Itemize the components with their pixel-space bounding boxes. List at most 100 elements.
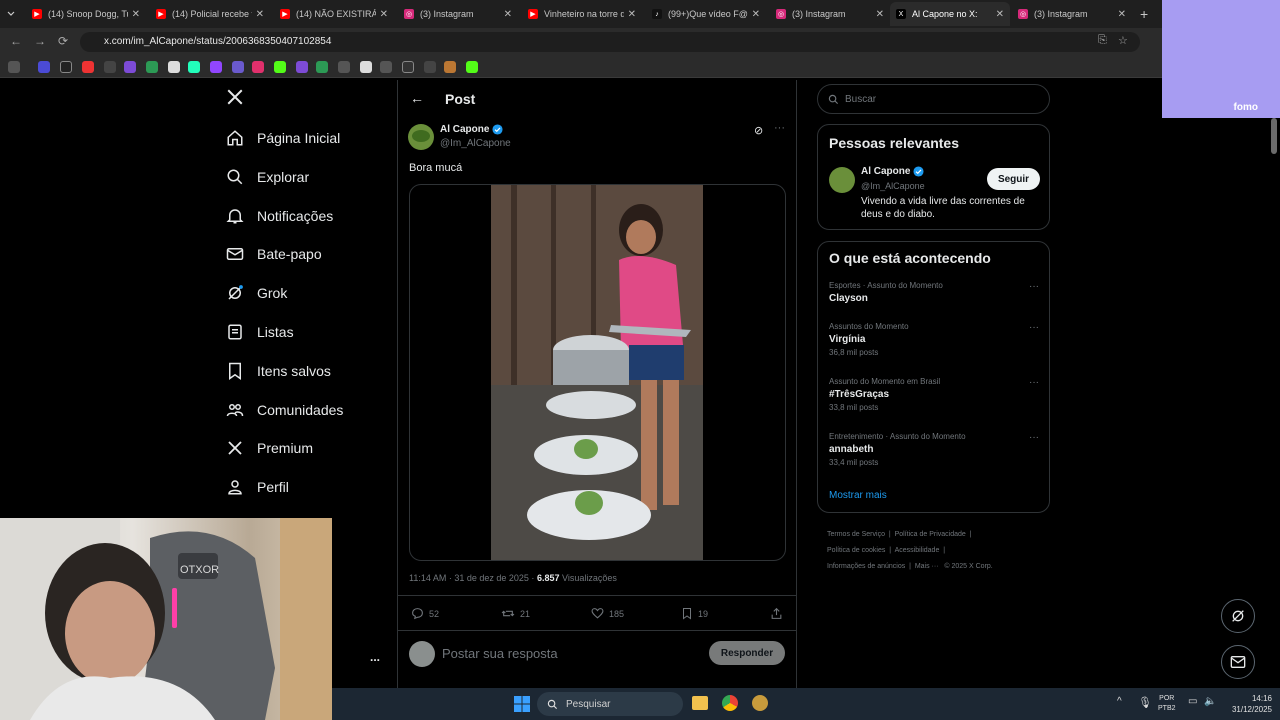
person-name[interactable]: Al Capone [861,166,910,177]
close-icon[interactable]: ✕ [256,9,264,20]
nav-item-x[interactable]: Premium [226,433,313,463]
more-options-icon[interactable]: ··· [774,122,785,134]
bookmark-icon[interactable] [232,61,244,73]
footer-link[interactable]: Informações de anúncios [827,563,905,570]
forward-icon[interactable]: → [34,34,46,48]
more-options-icon[interactable]: ··· [1029,377,1039,388]
back-arrow-icon[interactable]: ← [410,90,424,106]
nav-item-list[interactable]: Listas [226,317,294,347]
post-video[interactable] [409,184,786,561]
browser-tab[interactable]: ♪ (99+)Que vídeo F@D ✕ [646,2,766,26]
network-icon[interactable]: ▭ [1188,696,1197,707]
lang-code[interactable]: POR [1158,694,1176,704]
scrollbar-thumb[interactable] [1271,118,1277,154]
browser-tab[interactable]: X Al Capone no X: ✕ [890,2,1010,26]
repost-button[interactable]: 21 [501,607,530,620]
bookmark-icon[interactable] [124,61,136,73]
clock-time[interactable]: 14:16 [1212,693,1272,704]
nav-item-people[interactable]: Comunidades [226,395,343,425]
bookmark-icon[interactable] [316,61,328,73]
more-options-icon[interactable]: ··· [1029,432,1039,443]
footer-link[interactable]: Termos de Serviço [827,531,885,538]
url-input[interactable]: x.com/im_AlCapone/status/200636835040710… [80,32,1140,52]
avatar[interactable] [829,167,855,193]
bookmark-icon[interactable] [424,61,436,73]
avatar[interactable] [408,124,434,150]
more-options-icon[interactable]: ··· [1029,322,1039,333]
like-button[interactable]: 185 [591,607,624,620]
browser-tab[interactable]: ▶ (14) Snoop Dogg, Tu ✕ [26,2,146,26]
taskbar-search[interactable]: Pesquisar [537,692,683,716]
grok-float-button[interactable] [1221,599,1255,633]
bookmark-icon[interactable] [38,61,50,73]
close-icon[interactable]: ✕ [996,9,1004,20]
nav-item-bookmark[interactable]: Itens salvos [226,356,331,386]
apps-icon[interactable] [8,61,20,73]
more-options-icon[interactable]: ··· [1029,281,1039,292]
bookmark-button[interactable]: 19 [681,607,708,620]
footer-link[interactable]: Acessibilidade [895,547,940,554]
more-dots-icon[interactable]: ... [370,650,380,664]
search-input[interactable]: Buscar [817,84,1050,114]
bookmark-icon[interactable] [82,61,94,73]
browser-tab[interactable]: ◎ (3) Instagram ✕ [1012,2,1132,26]
back-icon[interactable]: ← [10,34,22,48]
grok-icon[interactable]: ⊘ [754,124,763,137]
close-icon[interactable]: ✕ [380,9,388,20]
bookmark-star-icon[interactable]: ☆ [1118,34,1128,47]
nav-item-mail[interactable]: Bate-papo [226,239,322,269]
person-handle[interactable]: @Im_AlCapone [861,181,925,191]
mic-icon[interactable]: 🎙 [1138,696,1152,709]
messages-float-button[interactable] [1221,645,1255,679]
bookmark-icon[interactable] [146,61,158,73]
browser-tab[interactable]: ▶ (14) NÃO EXISTIRÁ M ✕ [274,2,394,26]
clock-date[interactable]: 31/12/2025 [1212,704,1272,715]
chrome-icon[interactable] [722,695,738,711]
post-timestamp[interactable]: 11:14 AM · 31 de dez de 2025 · [409,573,534,583]
bookmark-icon[interactable] [444,61,456,73]
browser-tab[interactable]: ▶ Vinheteiro na torre d ✕ [522,2,642,26]
close-icon[interactable]: ✕ [628,9,636,20]
tray-chevron-icon[interactable]: ^ [1117,696,1122,707]
author-handle[interactable]: @Im_AlCapone [440,138,511,149]
close-icon[interactable]: ✕ [752,9,760,20]
show-more-link[interactable]: Mostrar mais [829,490,887,501]
footer-link[interactable]: Mais ··· [915,563,939,570]
trend-item[interactable]: Esportes · Assunto do Momento Clayson ··· [829,281,1039,307]
nav-item-user[interactable]: Perfil [226,472,289,502]
bookmark-icon[interactable] [274,61,286,73]
x-logo-icon[interactable] [226,88,244,111]
close-icon[interactable]: ✕ [132,9,140,20]
nav-item-search[interactable]: Explorar [226,162,309,192]
league-icon[interactable] [752,695,768,711]
tab-search-dropdown[interactable] [0,2,24,26]
reload-icon[interactable]: ⟳ [58,34,68,48]
bookmark-icon[interactable] [104,61,116,73]
bookmark-icon[interactable] [296,61,308,73]
bookmark-icon[interactable] [402,61,414,73]
bookmark-icon[interactable] [188,61,200,73]
file-explorer-icon[interactable] [692,696,708,710]
bookmark-icon[interactable] [168,61,180,73]
bookmark-icon[interactable] [252,61,264,73]
new-tab-button[interactable]: + [1134,2,1158,26]
trend-item[interactable]: Entretenimento · Assunto do Momento annab… [829,432,1039,467]
nav-item-grok[interactable]: Grok [226,278,287,308]
bookmark-icon[interactable] [360,61,372,73]
browser-tab[interactable]: ▶ (14) Policial recebe vi ✕ [150,2,270,26]
trend-item[interactable]: Assuntos do Momento Virgínia 36,8 mil post… [829,322,1039,357]
browser-tab[interactable]: ◎ (3) Instagram ✕ [770,2,890,26]
reply-input[interactable]: Postar sua resposta [442,646,558,661]
keyboard-layout[interactable]: PTB2 [1158,704,1176,714]
reply-button[interactable]: 52 [411,607,439,620]
nav-item-bell[interactable]: Notificações [226,201,333,231]
bookmark-icon[interactable] [466,61,478,73]
footer-link[interactable]: Política de Privacidade [895,531,966,538]
bookmark-icon[interactable] [338,61,350,73]
nav-item-home[interactable]: Página Inicial [226,123,340,153]
follow-button[interactable]: Seguir [987,168,1040,190]
author-name[interactable]: Al Capone [440,124,489,135]
bookmark-icon[interactable] [60,61,72,73]
trend-item[interactable]: Assunto do Momento em Brasil #TrêsGraças 3… [829,377,1039,412]
close-icon[interactable]: ✕ [1118,9,1126,20]
